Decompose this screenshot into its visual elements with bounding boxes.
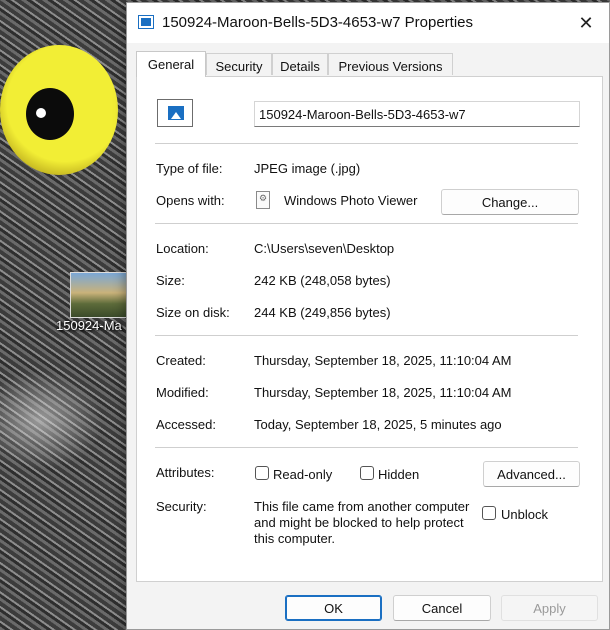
advanced-button[interactable]: Advanced... [483, 461, 580, 487]
read-only-checkbox[interactable] [255, 466, 269, 480]
file-type-icon [157, 99, 193, 127]
photo-viewer-icon [256, 191, 270, 209]
modified-label: Modified: [156, 385, 209, 400]
image-file-icon [138, 15, 154, 29]
accessed-value: Today, September 18, 2025, 5 minutes ago [254, 417, 502, 432]
ok-button[interactable]: OK [285, 595, 382, 621]
modified-value: Thursday, September 18, 2025, 11:10:04 A… [254, 385, 512, 400]
separator [155, 335, 578, 336]
created-label: Created: [156, 353, 206, 368]
desktop-file-label[interactable]: 150924-Ma [56, 318, 122, 333]
security-warning-text: This file came from another computer and… [254, 499, 470, 546]
desktop-file-thumbnail-icon[interactable] [70, 272, 128, 318]
change-button[interactable]: Change... [441, 189, 579, 215]
opens-with-label: Opens with: [156, 193, 225, 208]
title-bar[interactable]: 150924-Maroon-Bells-5D3-4653-w7 Properti… [127, 3, 609, 43]
separator [155, 223, 578, 224]
type-of-file-label: Type of file: [156, 161, 223, 176]
owl-pupil [26, 88, 74, 140]
size-value: 242 KB (248,058 bytes) [254, 273, 391, 288]
hidden-checkbox[interactable] [360, 466, 374, 480]
apply-button[interactable]: Apply [501, 595, 598, 621]
tab-security[interactable]: Security [206, 53, 272, 75]
opens-with-value: Windows Photo Viewer [284, 193, 418, 208]
attributes-label: Attributes: [156, 465, 215, 480]
tab-general[interactable]: General [136, 51, 206, 77]
location-value: C:\Users\seven\Desktop [254, 241, 395, 256]
close-button[interactable]: ✕ [569, 9, 603, 37]
file-name-input[interactable] [254, 101, 580, 127]
read-only-label[interactable]: Read-only [273, 467, 332, 482]
general-panel: Type of file: JPEG image (.jpg) Opens wi… [136, 76, 603, 582]
separator [155, 143, 578, 144]
unblock-checkbox[interactable] [482, 506, 496, 520]
accessed-label: Accessed: [156, 417, 216, 432]
tab-previous-versions[interactable]: Previous Versions [328, 53, 453, 75]
security-label: Security: [156, 499, 207, 514]
size-on-disk-label: Size on disk: [156, 305, 230, 320]
tab-details[interactable]: Details [272, 53, 328, 75]
type-of-file-value: JPEG image (.jpg) [254, 161, 361, 176]
size-label: Size: [156, 273, 185, 288]
location-label: Location: [156, 241, 209, 256]
separator [155, 447, 578, 448]
cancel-button[interactable]: Cancel [393, 595, 491, 621]
hidden-label[interactable]: Hidden [378, 467, 419, 482]
window-title: 150924-Maroon-Bells-5D3-4653-w7 Properti… [162, 14, 473, 31]
unblock-label[interactable]: Unblock [501, 507, 548, 522]
size-on-disk-value: 244 KB (249,856 bytes) [254, 305, 391, 320]
properties-dialog: 150924-Maroon-Bells-5D3-4653-w7 Properti… [126, 2, 610, 630]
created-value: Thursday, September 18, 2025, 11:10:04 A… [254, 353, 512, 368]
owl-eye-glint [36, 108, 46, 118]
